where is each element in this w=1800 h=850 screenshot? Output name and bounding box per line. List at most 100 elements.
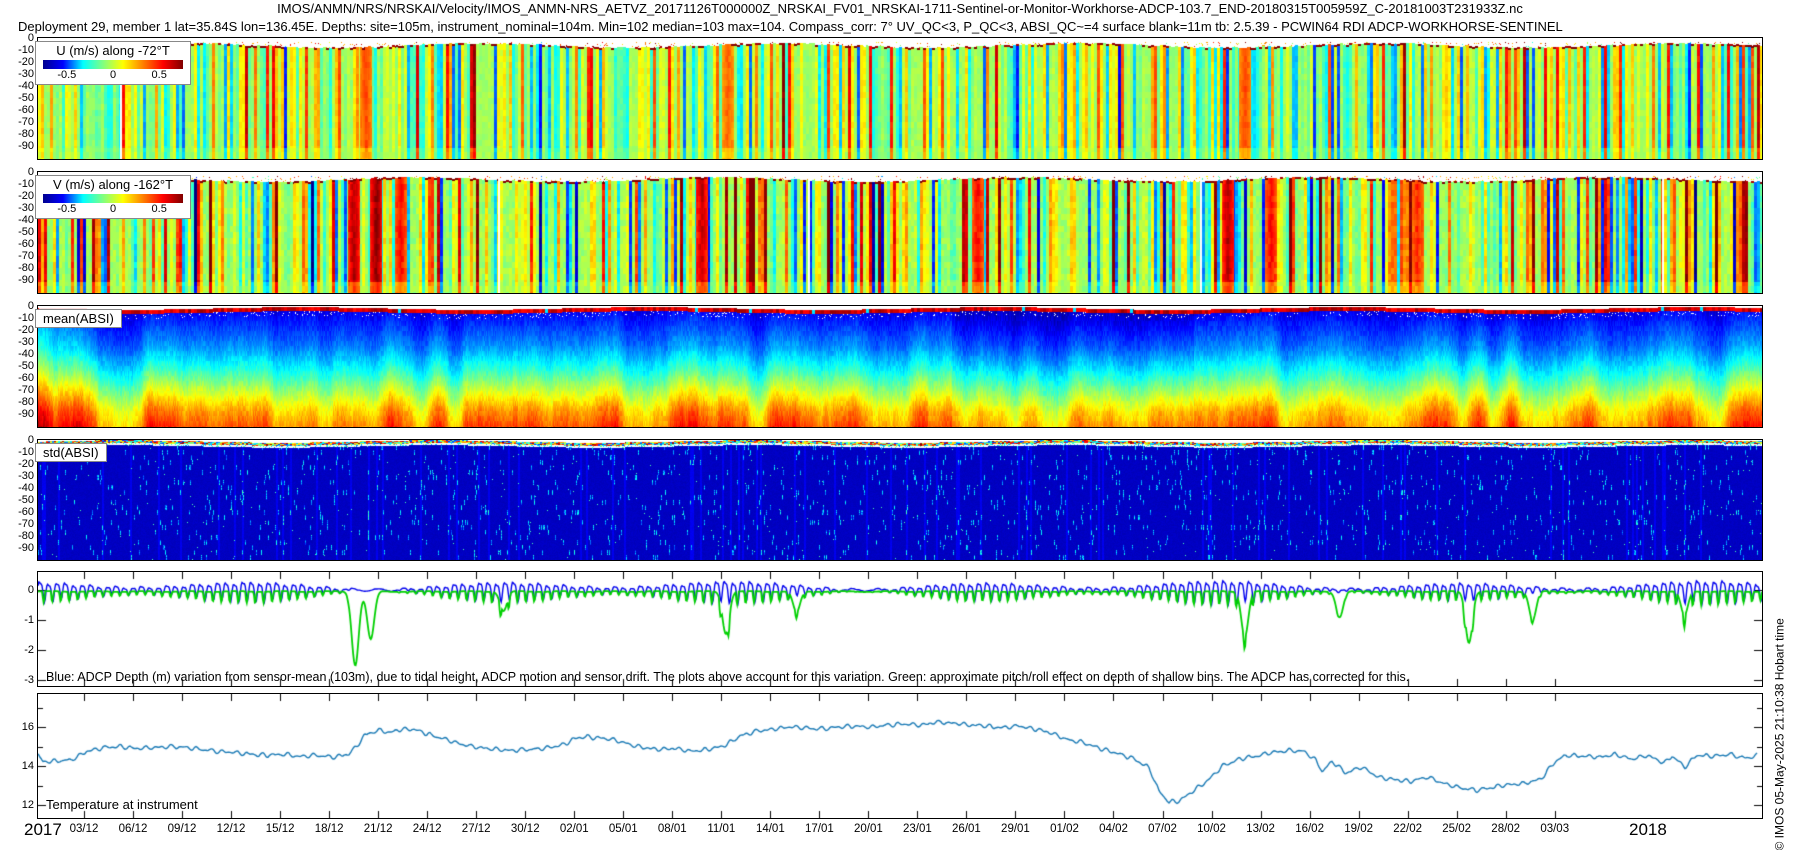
temperature-label: Temperature at instrument	[46, 797, 198, 812]
date-tick-label: 03/03	[1532, 823, 1578, 835]
std-absi-heatmap-canvas	[38, 440, 1762, 560]
date-tick-label: 10/02	[1189, 823, 1235, 835]
temperature-line-canvas	[38, 694, 1762, 818]
v-colorbar-tick: 0	[110, 203, 116, 215]
date-tick-label: 29/01	[992, 823, 1038, 835]
y-tick-label: 0	[0, 166, 34, 179]
u-colorbar-tick: 0	[110, 69, 116, 81]
y-tick-label: -60	[0, 372, 34, 385]
date-tick-label: 17/01	[796, 823, 842, 835]
v-colorbar-title: V (m/s) along -162°T	[36, 176, 190, 194]
v-colorbar-tick: -0.5	[57, 203, 76, 215]
y-tick-label: -20	[0, 190, 34, 203]
panel-temperature	[37, 693, 1763, 819]
date-tick-label: 02/01	[551, 823, 597, 835]
y-tick-label: -10	[0, 312, 34, 325]
u-colorbar-legend: U (m/s) along -72°T -0.5 0 0.5	[35, 41, 191, 85]
u-colorbar-ticks: -0.5 0 0.5	[36, 69, 190, 84]
mean-absi-label: mean(ABSI)	[35, 309, 122, 328]
date-tick-label: 30/12	[502, 823, 548, 835]
date-tick-label: 07/02	[1140, 823, 1186, 835]
y-tick-label: -20	[0, 324, 34, 337]
date-tick-label: 05/01	[600, 823, 646, 835]
y-tick-label: 14	[0, 760, 34, 773]
date-tick-label: 21/12	[355, 823, 401, 835]
y-tick-label: -2	[0, 644, 34, 657]
y-tick-label: -50	[0, 226, 34, 239]
year-label-2018: 2018	[1629, 820, 1667, 840]
depth-variation-lines-canvas	[38, 572, 1762, 686]
y-tick-label: -30	[0, 336, 34, 349]
y-tick-label: -80	[0, 396, 34, 409]
v-velocity-heatmap-canvas	[38, 172, 1762, 293]
panel-mean-absi-heatmap	[37, 305, 1763, 428]
y-tick-label: -40	[0, 348, 34, 361]
u-velocity-heatmap-canvas	[38, 38, 1762, 159]
date-tick-label: 13/02	[1238, 823, 1284, 835]
y-tick-label: -40	[0, 80, 34, 93]
y-tick-label: -10	[0, 44, 34, 57]
v-colorbar-ticks: -0.5 0 0.5	[36, 203, 190, 218]
y-tick-label: -40	[0, 214, 34, 227]
y-tick-label: -30	[0, 202, 34, 215]
y-tick-label: -1	[0, 614, 34, 627]
y-tick-label: 0	[0, 300, 34, 313]
date-tick-label: 19/02	[1336, 823, 1382, 835]
v-colorbar-legend: V (m/s) along -162°T -0.5 0 0.5	[35, 175, 191, 219]
date-tick-label: 12/12	[208, 823, 254, 835]
date-tick-label: 18/12	[306, 823, 352, 835]
date-tick-label: 24/12	[404, 823, 450, 835]
y-tick-label: -90	[0, 140, 34, 153]
date-tick-label: 01/02	[1041, 823, 1087, 835]
date-tick-label: 20/01	[845, 823, 891, 835]
y-tick-label: -80	[0, 128, 34, 141]
title-deployment-metadata: Deployment 29, member 1 lat=35.84S lon=1…	[18, 19, 1563, 34]
std-absi-label: std(ABSI)	[35, 443, 107, 462]
y-tick-label: -50	[0, 360, 34, 373]
date-tick-label: 16/02	[1287, 823, 1333, 835]
date-tick-label: 08/01	[649, 823, 695, 835]
date-tick-label: 14/01	[747, 823, 793, 835]
u-colorbar-gradient	[43, 60, 183, 69]
mean-absi-heatmap-canvas	[38, 306, 1762, 427]
title-filename: IMOS/ANMN/NRS/NRSKAI/Velocity/IMOS_ANMN-…	[0, 1, 1800, 16]
y-tick-label: 0	[0, 32, 34, 45]
u-colorbar-tick: -0.5	[57, 69, 76, 81]
date-tick-label: 04/02	[1090, 823, 1136, 835]
panel-std-absi-heatmap	[37, 439, 1763, 561]
date-tick-label: 27/12	[453, 823, 499, 835]
y-tick-label: -70	[0, 250, 34, 263]
y-tick-label: -70	[0, 116, 34, 129]
y-tick-label: -60	[0, 238, 34, 251]
y-tick-label: -80	[0, 262, 34, 275]
y-tick-label: -3	[0, 674, 34, 687]
year-label-2017: 2017	[24, 820, 62, 840]
panel-v-velocity-heatmap	[37, 171, 1763, 294]
y-tick-label: -60	[0, 104, 34, 117]
y-tick-label: -70	[0, 384, 34, 397]
y-tick-label: -90	[0, 542, 34, 555]
imos-watermark-vertical: © IMOS 05-May-2025 21:10:38 Hobart time	[1773, 479, 1790, 850]
u-colorbar-tick: 0.5	[152, 69, 167, 81]
y-tick-label: 12	[0, 799, 34, 812]
y-tick-label: -90	[0, 274, 34, 287]
date-tick-label: 26/01	[943, 823, 989, 835]
y-tick-label: 0	[0, 584, 34, 597]
y-tick-label: -10	[0, 178, 34, 191]
depth-variation-annotation: Blue: ADCP Depth (m) variation from sens…	[46, 670, 1409, 684]
date-tick-label: 22/02	[1385, 823, 1431, 835]
v-colorbar-tick: 0.5	[152, 203, 167, 215]
date-tick-label: 25/02	[1434, 823, 1480, 835]
date-tick-label: 11/01	[698, 823, 744, 835]
y-tick-label: -50	[0, 92, 34, 105]
date-tick-label: 15/12	[257, 823, 303, 835]
date-tick-label: 06/12	[110, 823, 156, 835]
y-tick-label: -30	[0, 68, 34, 81]
date-tick-label: 23/01	[894, 823, 940, 835]
y-tick-label: 16	[0, 721, 34, 734]
date-tick-label: 09/12	[159, 823, 205, 835]
adcp-figure: IMOS/ANMN/NRS/NRSKAI/Velocity/IMOS_ANMN-…	[0, 0, 1800, 850]
date-tick-label: 28/02	[1483, 823, 1529, 835]
date-tick-label: 03/12	[61, 823, 107, 835]
y-tick-label: -20	[0, 56, 34, 69]
